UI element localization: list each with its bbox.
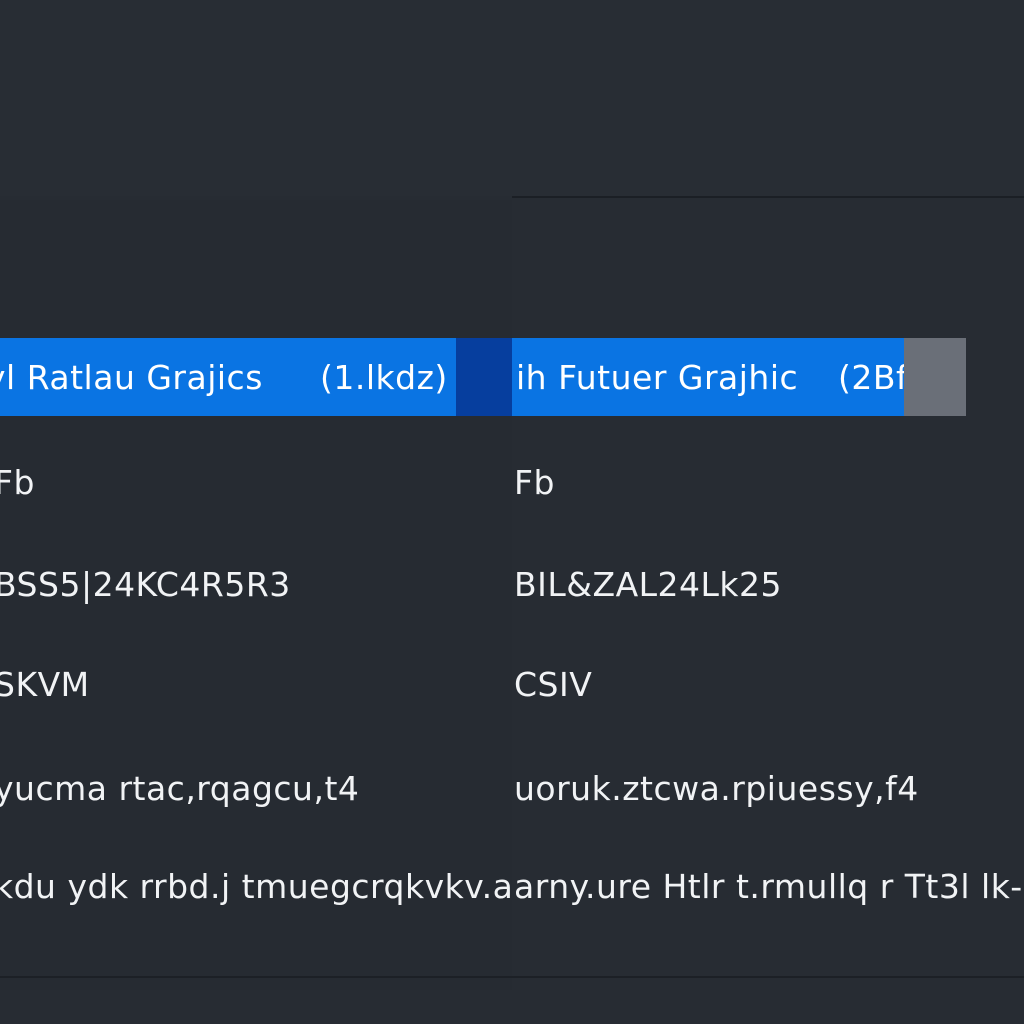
- detail-info: uoruk.ztcwa.rpiuessy,f4: [514, 768, 919, 808]
- detail-row: Fb: [0, 452, 35, 512]
- selected-file-row[interactable]: ih Futuer Grajhic (2Bf1a): [512, 338, 963, 416]
- file-size: (1.lkdz): [320, 357, 448, 397]
- right-pane[interactable]: c Gri ih Futuer Grajhic (2Bf1a) Fb BIL&Z…: [512, 200, 1024, 990]
- file-name: yl Ratlau Grajics: [0, 357, 263, 397]
- detail-format: SKVM: [0, 664, 90, 704]
- detail-hash: BIL&ZAL24Lk25: [514, 564, 783, 604]
- detail-path: kdu ydk rrbd.j tmuegcrqkvkv.aij: [0, 866, 512, 906]
- detail-row: Fb: [512, 452, 555, 512]
- detail-row: BIL&ZAL24Lk25: [512, 554, 782, 614]
- left-pane[interactable]: Ruhim Gia yl Ratlau Grajics (1.lkdz) Fb …: [0, 200, 512, 990]
- detail-info: yucma rtac,rqagcu,t4: [0, 768, 360, 808]
- detail-type: Fb: [514, 462, 555, 502]
- detail-row: CSIV: [512, 654, 592, 714]
- detail-row: SKVM: [0, 654, 90, 714]
- detail-format: CSIV: [514, 664, 593, 704]
- toolbar-area: [0, 0, 1024, 196]
- file-name: ih Futuer Grajhic: [516, 357, 799, 397]
- selection-inactive-tail: [904, 338, 966, 416]
- detail-path: arny.ure Htlr t.rmullq r Tt3l lk-rab: [514, 866, 1024, 906]
- detail-row: BSS5|24KC4R5R3: [0, 554, 291, 614]
- footer-divider: [0, 976, 1024, 978]
- file-browser-window: Ruhim Gia yl Ratlau Grajics (1.lkdz) Fb …: [0, 0, 1024, 1024]
- header-divider: [512, 196, 1024, 198]
- detail-row: uoruk.ztcwa.rpiuessy,f4: [512, 758, 919, 818]
- selection-tail: [456, 338, 512, 416]
- detail-type: Fb: [0, 462, 35, 502]
- detail-row: kdu ydk rrbd.j tmuegcrqkvkv.aij: [0, 856, 512, 916]
- detail-row: yucma rtac,rqagcu,t4: [0, 758, 359, 818]
- selected-file-row[interactable]: yl Ratlau Grajics (1.lkdz): [0, 338, 456, 416]
- detail-row: arny.ure Htlr t.rmullq r Tt3l lk-rab: [512, 856, 1024, 916]
- detail-hash: BSS5|24KC4R5R3: [0, 564, 291, 604]
